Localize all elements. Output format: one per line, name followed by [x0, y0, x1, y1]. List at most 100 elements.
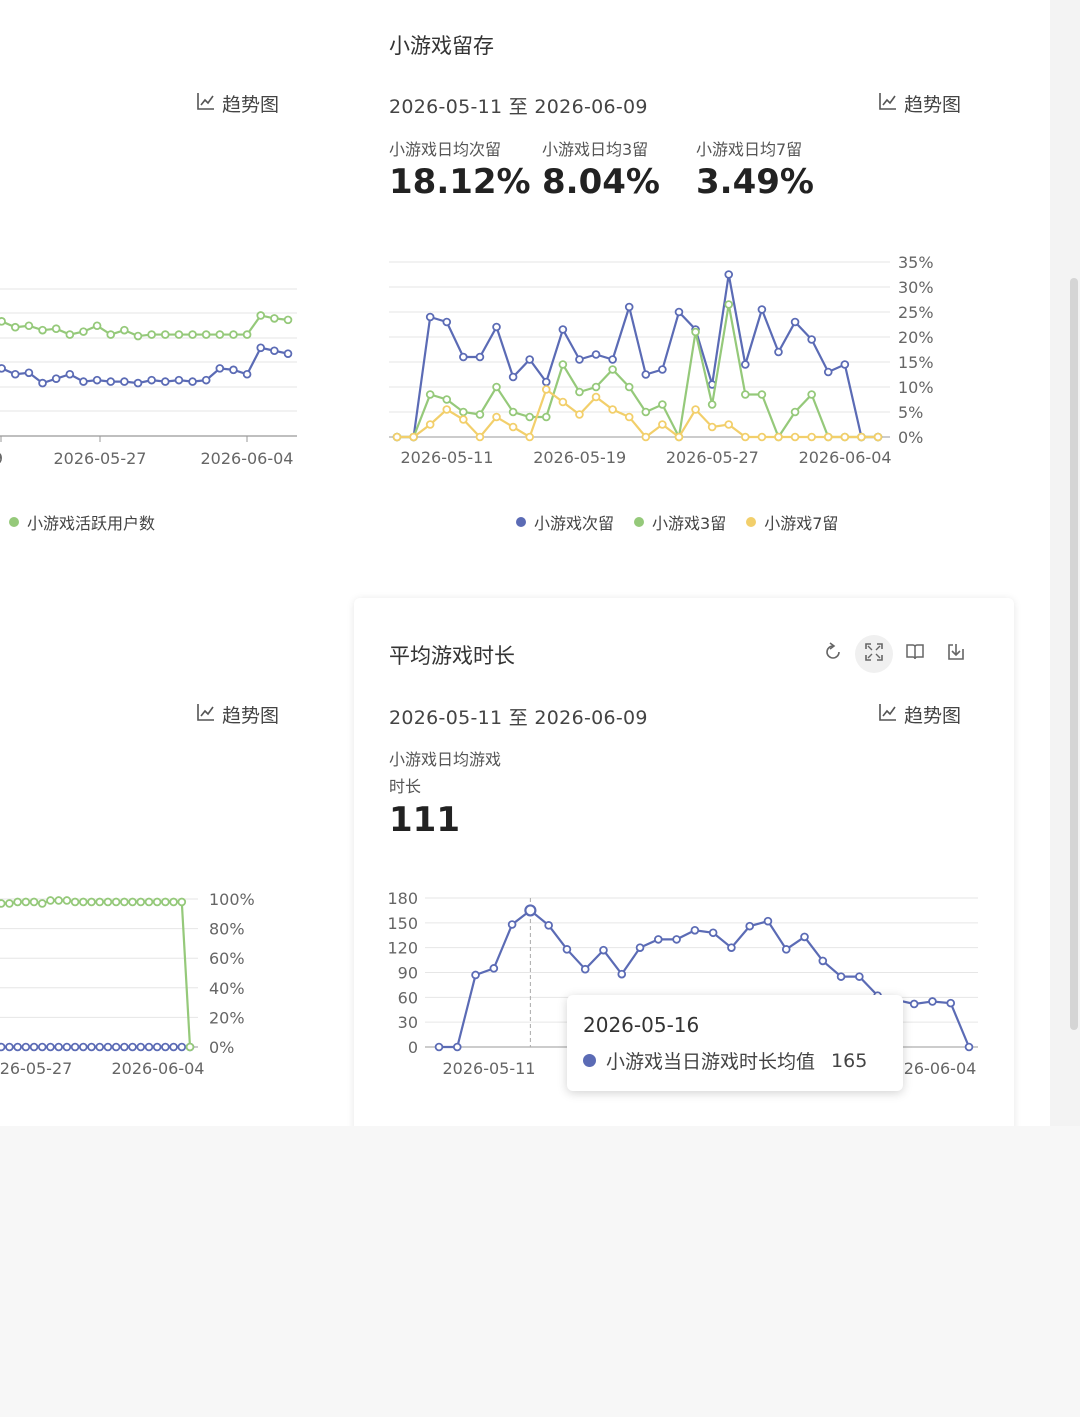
active-users-legend: 小游戏活跃用户数 — [9, 510, 155, 534]
data-point — [106, 377, 116, 386]
metric-value-next-day: 18.12% — [389, 162, 531, 202]
data-point — [525, 412, 534, 422]
data-point — [790, 317, 800, 327]
data-point — [0, 899, 6, 908]
x-tick-label: 2026-05-11 — [401, 448, 494, 467]
data-point — [92, 375, 102, 385]
hover-data-point — [524, 904, 537, 917]
data-point — [541, 385, 551, 394]
legend-item-7-day[interactable]: 小游戏7留 — [746, 510, 838, 534]
data-point — [215, 330, 225, 339]
tooltip-row: 小游戏当日游戏时长均值 165 — [583, 1047, 867, 1074]
data-point — [201, 330, 211, 339]
data-point — [215, 364, 225, 373]
data-point — [229, 330, 238, 339]
legend-label: 小游戏次留 — [534, 514, 615, 533]
data-point — [928, 997, 937, 1006]
data-point — [541, 377, 551, 387]
data-point — [29, 1042, 39, 1052]
legend-item-next-day[interactable]: 小游戏次留 — [516, 510, 614, 534]
scrollbar-thumb[interactable] — [1070, 278, 1078, 1030]
y-tick-label: 20% — [209, 1008, 245, 1027]
data-point — [24, 368, 34, 378]
trend-button-left-bottom[interactable]: 趋势图 — [196, 701, 279, 728]
data-point — [818, 956, 828, 966]
data-point — [425, 420, 435, 429]
data-point — [144, 897, 154, 907]
data-point — [120, 1042, 129, 1052]
retention-title: 小游戏留存 — [389, 34, 494, 58]
data-point — [624, 302, 634, 312]
data-point — [160, 377, 170, 386]
x-tick-label: 2026-05-27 — [54, 449, 147, 468]
legend-item-active-users[interactable]: 小游戏活跃用户数 — [9, 510, 155, 534]
data-point — [10, 369, 20, 379]
data-point — [103, 897, 113, 907]
data-point — [562, 945, 572, 954]
data-point — [111, 1042, 121, 1052]
data-point — [174, 330, 184, 339]
data-point — [38, 325, 47, 335]
data-point — [188, 377, 197, 386]
y-tick-label: 25% — [898, 303, 934, 322]
data-point — [95, 1042, 105, 1052]
data-point — [471, 970, 480, 980]
data-point — [873, 432, 883, 442]
duration-metric-value: 111 — [389, 800, 460, 840]
doc-button[interactable] — [896, 635, 934, 673]
data-point — [51, 374, 61, 383]
y-tick-label: 20% — [898, 328, 934, 347]
data-point — [558, 325, 568, 334]
data-point — [672, 935, 681, 944]
data-point — [177, 1042, 187, 1052]
data-point — [270, 346, 279, 356]
data-point — [106, 330, 116, 339]
y-tick-label: 120 — [387, 939, 418, 958]
refresh-button[interactable] — [814, 635, 852, 673]
duration-title: 平均游戏时长 — [389, 644, 515, 668]
data-point — [54, 1042, 63, 1052]
card-toolbar — [814, 635, 975, 673]
metric-label-next-day: 小游戏日均次留 — [389, 140, 502, 159]
data-point — [185, 1042, 195, 1052]
download-button[interactable] — [937, 635, 975, 673]
data-point — [242, 369, 252, 379]
dashboard-canvas: 趋势图 9 2026-05-27 2026-06-04 小游戏活跃用户数 小游戏留存… — [0, 0, 1050, 1126]
fullscreen-button[interactable] — [855, 635, 893, 673]
y-tick-label: 0% — [898, 428, 923, 447]
data-point — [857, 432, 866, 442]
data-point — [29, 897, 39, 907]
data-point — [525, 432, 534, 442]
y-tick-label: 100% — [209, 890, 255, 909]
data-point — [840, 360, 850, 369]
legend-item-3-day[interactable]: 小游戏3留 — [634, 510, 726, 534]
y-tick-label: 90 — [398, 964, 418, 983]
trend-button-duration[interactable]: 趋势图 — [878, 701, 961, 728]
data-point — [152, 1042, 162, 1052]
data-point — [459, 415, 468, 424]
data-point — [475, 432, 485, 442]
data-point — [54, 896, 63, 905]
data-point — [781, 945, 791, 954]
data-point — [37, 1042, 47, 1052]
data-point — [62, 1042, 72, 1052]
tooltip-series: 小游戏当日游戏时长均值 — [606, 1051, 816, 1073]
trend-button-left-top[interactable]: 趋势图 — [196, 90, 279, 117]
data-point — [160, 330, 170, 339]
data-point — [120, 897, 129, 907]
trend-button-retention[interactable]: 趋势图 — [878, 90, 961, 117]
data-point — [617, 969, 627, 979]
x-tick-label: 2026-05-11 — [443, 1059, 536, 1078]
trend-label: 趋势图 — [904, 705, 962, 727]
data-point — [459, 352, 468, 362]
data-point — [0, 317, 6, 326]
data-point — [111, 897, 121, 907]
data-point — [147, 375, 156, 385]
legend-label: 小游戏7留 — [764, 514, 839, 533]
data-point — [128, 897, 137, 907]
data-point — [492, 322, 501, 332]
y-tick-label: 10% — [898, 378, 934, 397]
data-point — [475, 410, 485, 419]
data-point — [599, 945, 608, 955]
retention-chart: 35% 30% 25% 20% 15% 10% 5% 0% 2026-05-11 2026-05… — [389, 253, 934, 467]
